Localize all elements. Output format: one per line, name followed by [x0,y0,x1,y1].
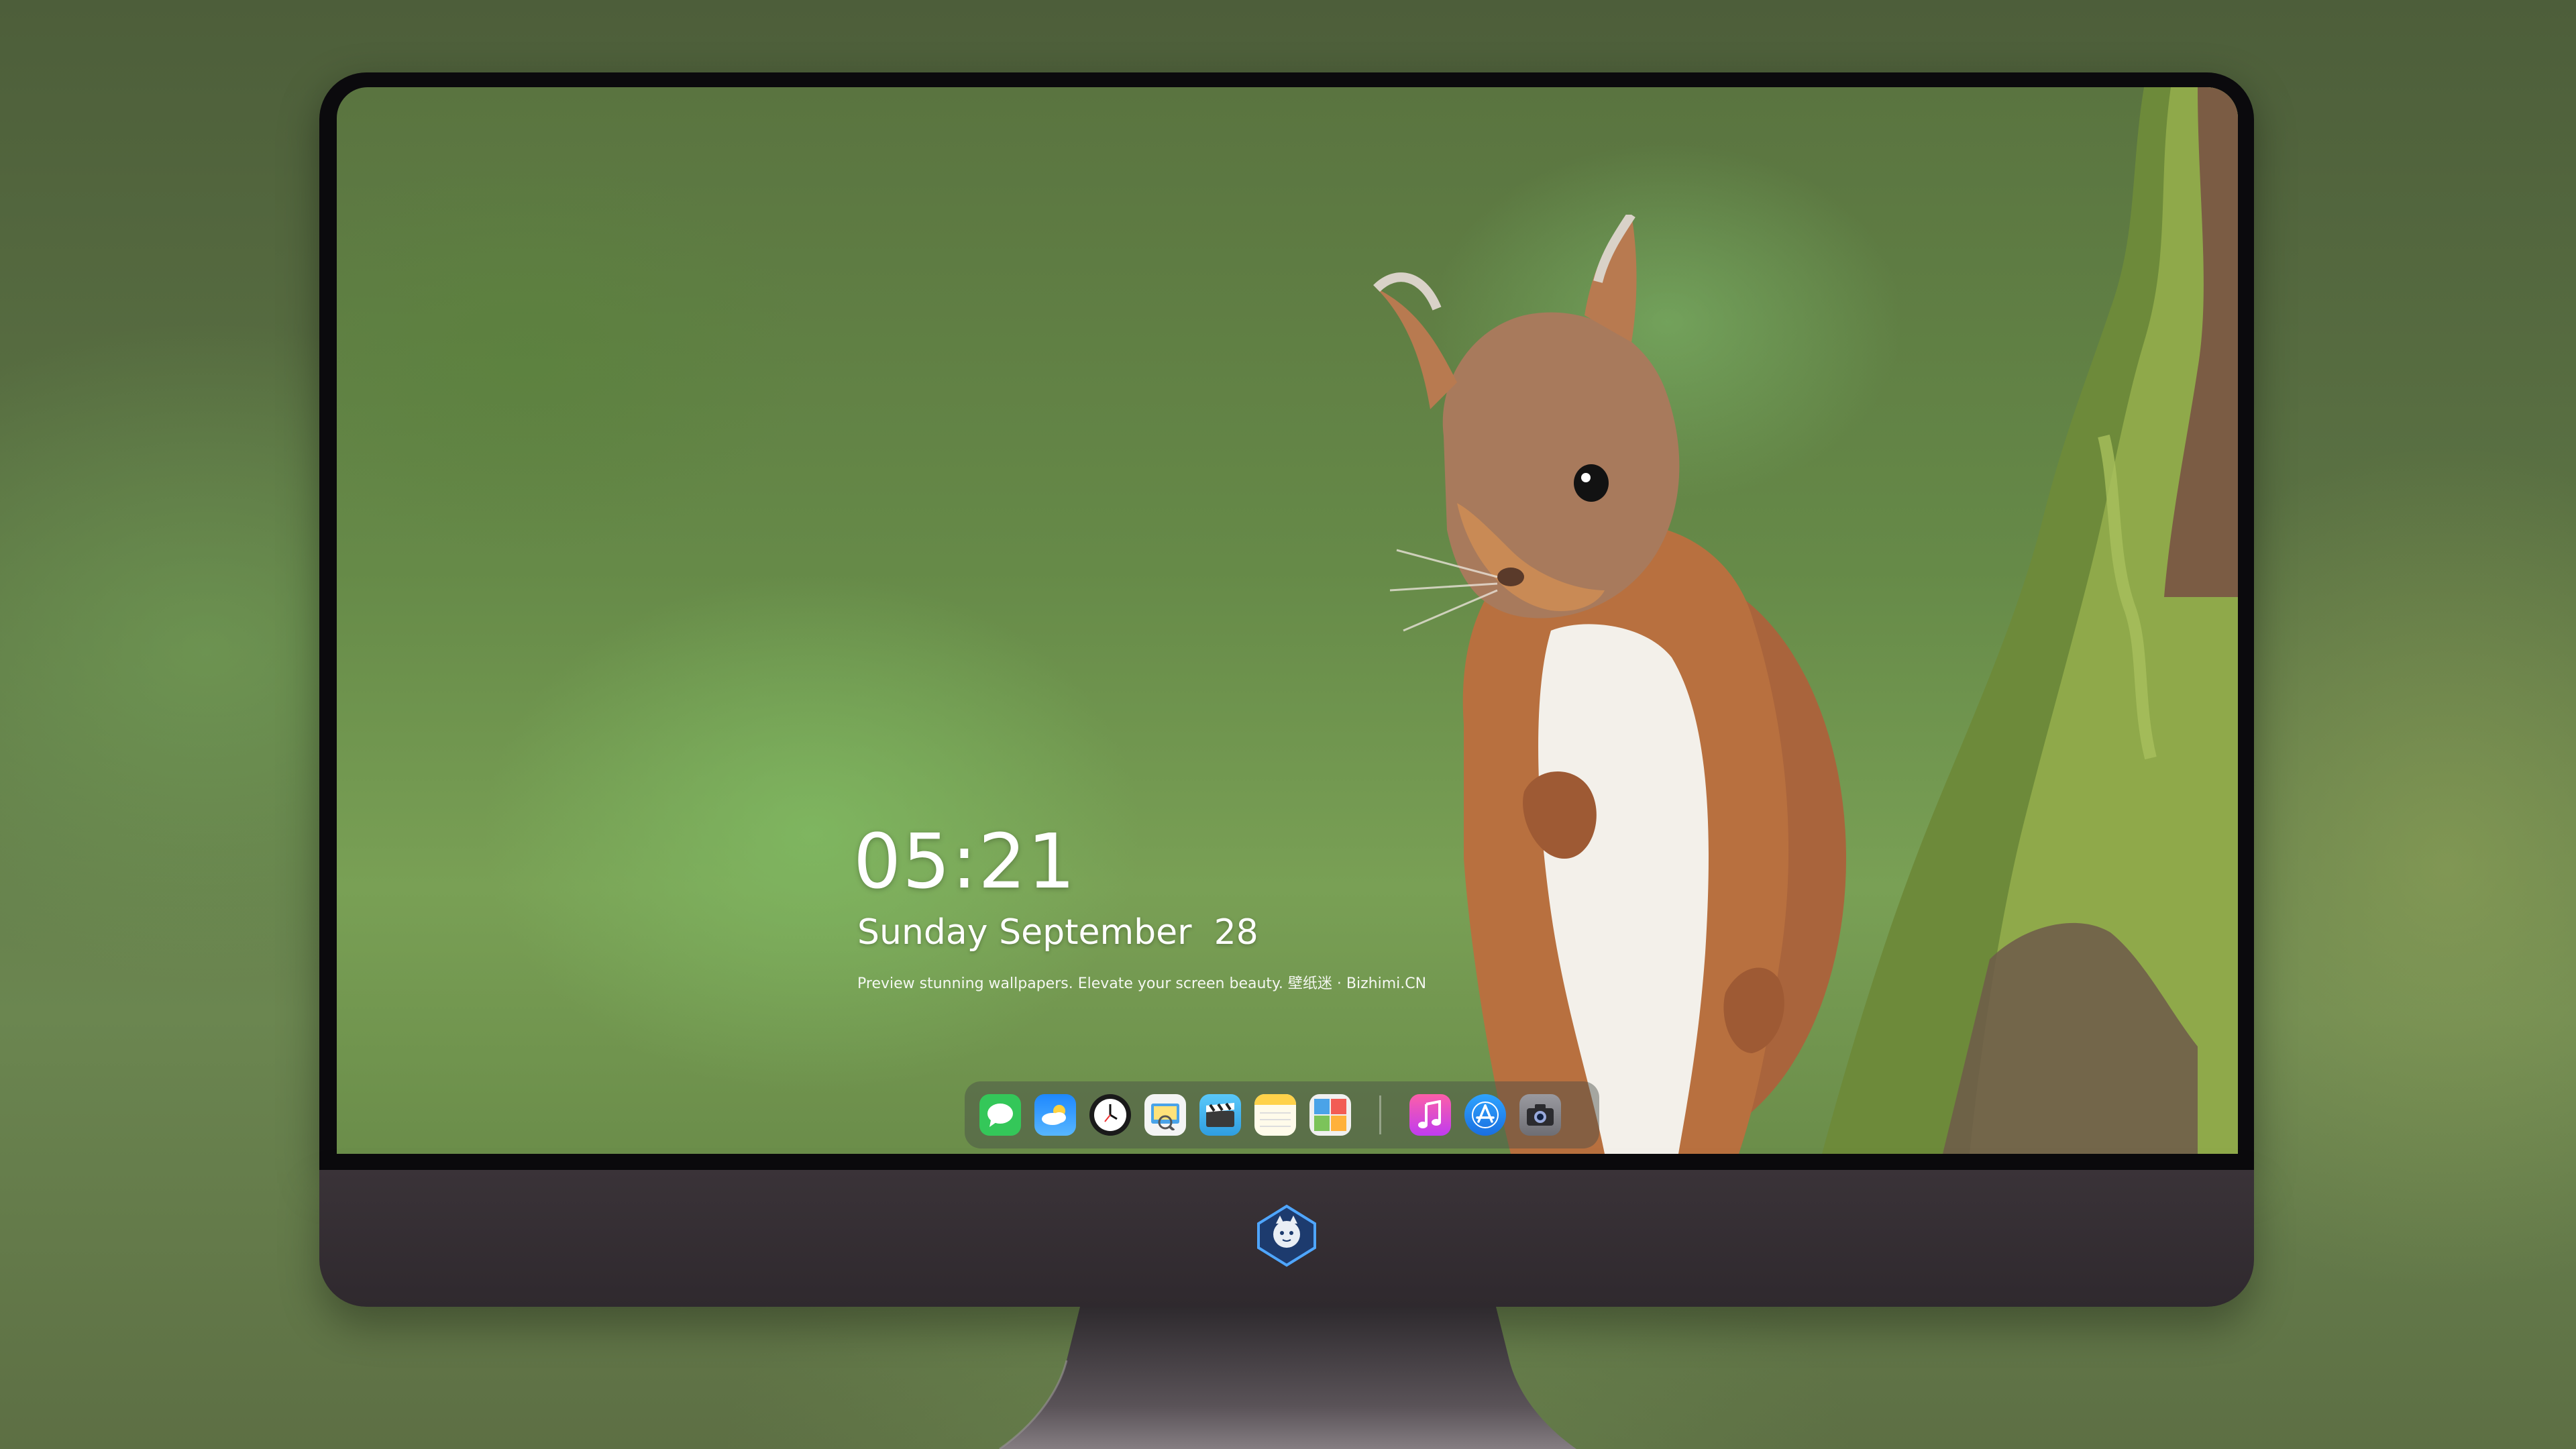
dock [965,1081,1599,1148]
camera-icon[interactable] [1519,1094,1561,1136]
clips-icon[interactable] [1199,1094,1241,1136]
preview-icon[interactable] [1144,1094,1186,1136]
notes-icon[interactable] [1254,1094,1296,1136]
messages-icon[interactable] [979,1094,1021,1136]
clock-tagline: Preview stunning wallpapers. Elevate you… [857,975,1427,992]
app-store-icon[interactable] [1464,1094,1506,1136]
weather-icon[interactable] [1034,1094,1076,1136]
photo-booth-icon[interactable] [1309,1094,1351,1136]
dock-separator [1379,1095,1381,1134]
monitor-bottom-bezel [319,1154,2254,1170]
bizhimi-logo-icon [1257,1204,1316,1267]
music-icon[interactable] [1409,1094,1451,1136]
squirrel-image [1373,215,1846,1154]
clock-time: 05:21 [853,818,1077,906]
desktop-wallpaper: 05:21 Sunday September 28 Preview stunni… [337,87,2238,1154]
clock-icon[interactable] [1089,1094,1131,1136]
clock-date: Sunday September 28 [857,912,1258,953]
monitor-stand [999,1307,1576,1449]
